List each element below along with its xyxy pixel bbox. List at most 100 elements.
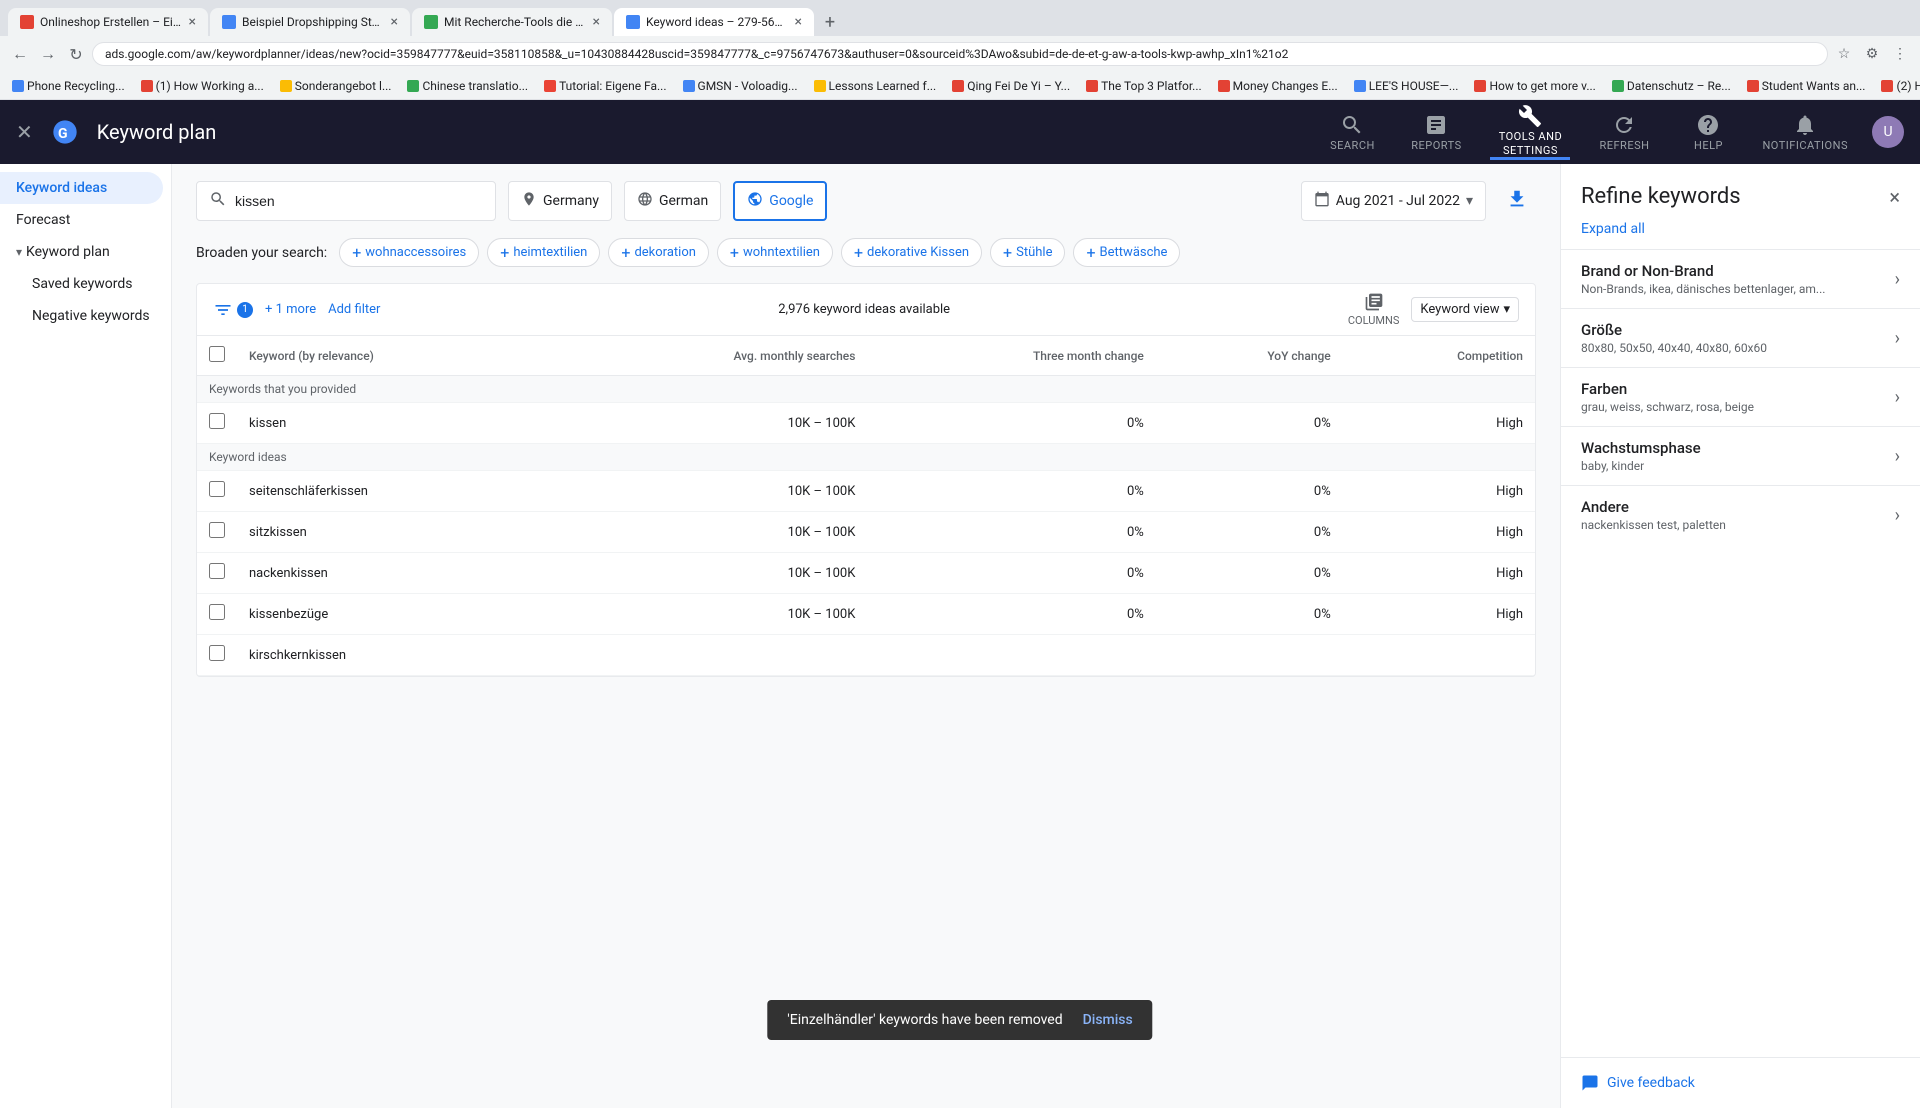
- user-avatar[interactable]: U: [1872, 116, 1904, 148]
- keyword-view-button[interactable]: Keyword view ▾: [1411, 297, 1519, 322]
- reports-action[interactable]: REPORTS: [1406, 113, 1466, 152]
- three-month-cell: 0%: [867, 594, 1155, 635]
- col-competition[interactable]: Competition: [1343, 336, 1535, 376]
- bookmark-qing[interactable]: Qing Fei De Yi – Y...: [948, 77, 1074, 95]
- expand-all-link[interactable]: Expand all: [1581, 221, 1645, 237]
- network-filter[interactable]: Google: [733, 181, 827, 221]
- sidebar-item-keyword-plan[interactable]: ▾ Keyword plan: [0, 236, 171, 268]
- keyword-cell: sitzkissen: [237, 512, 555, 553]
- bookmark-student[interactable]: Student Wants an...: [1743, 77, 1870, 95]
- bookmark-lee[interactable]: LEE'S HOUSE—...: [1350, 77, 1463, 95]
- col-avg-monthly[interactable]: Avg. monthly searches: [555, 336, 867, 376]
- tab-2[interactable]: Beispiel Dropshipping Store – ... ×: [210, 8, 410, 36]
- extension-icon[interactable]: ⚙: [1860, 42, 1884, 66]
- feedback-button[interactable]: Give feedback: [1581, 1074, 1900, 1092]
- row-checkbox[interactable]: [209, 522, 225, 538]
- add-filter-button[interactable]: Add filter: [328, 302, 380, 317]
- bookmark-lessons[interactable]: Lessons Learned f...: [810, 77, 941, 95]
- refine-section-grosse-header[interactable]: Größe 80x80, 50x50, 40x40, 40x80, 60x60 …: [1581, 321, 1900, 355]
- sidebar-item-keyword-ideas[interactable]: Keyword ideas: [0, 172, 163, 204]
- col-keyword[interactable]: Keyword (by relevance): [237, 336, 555, 376]
- tab-4[interactable]: Keyword ideas – 279-560-1B... ×: [614, 8, 814, 36]
- tab-close-4[interactable]: ×: [795, 14, 802, 30]
- competition-cell: High: [1343, 553, 1535, 594]
- select-all-checkbox[interactable]: [209, 346, 225, 362]
- keyword-input[interactable]: [235, 193, 435, 209]
- search-action[interactable]: SEARCH: [1322, 113, 1382, 152]
- bookmark-money[interactable]: Money Changes E...: [1214, 77, 1342, 95]
- table-toolbar: 1 + 1 more Add filter 2,976 keyword idea…: [197, 284, 1535, 336]
- broaden-chip-1[interactable]: + heimtextilien: [487, 238, 600, 267]
- chevron-down-icon: ›: [1895, 328, 1900, 349]
- reload-button[interactable]: ↻: [64, 42, 88, 66]
- sidebar-item-saved-keywords[interactable]: Saved keywords: [0, 268, 171, 300]
- sidebar-item-negative-keywords[interactable]: Negative keywords: [0, 300, 171, 332]
- location-label: Germany: [543, 193, 599, 209]
- bookmark-icon[interactable]: ☆: [1832, 42, 1856, 66]
- tab-close-1[interactable]: ×: [189, 14, 196, 30]
- row-checkbox[interactable]: [209, 604, 225, 620]
- bookmark-favicon: [1747, 80, 1759, 92]
- right-panel-close-button[interactable]: ×: [1889, 185, 1900, 209]
- broaden-chip-6[interactable]: + Bettwäsche: [1073, 238, 1180, 267]
- chevron-down-icon: ›: [1895, 505, 1900, 526]
- date-filter[interactable]: Aug 2021 - Jul 2022 ▾: [1301, 181, 1486, 221]
- bookmark-phone[interactable]: Phone Recycling...: [8, 77, 129, 95]
- forward-button[interactable]: →: [36, 42, 60, 66]
- broaden-chip-3[interactable]: + wohntextilien: [717, 238, 833, 267]
- columns-button[interactable]: COLUMNS: [1348, 292, 1399, 327]
- bookmark-top3[interactable]: The Top 3 Platfor...: [1082, 77, 1206, 95]
- tab-3[interactable]: Mit Recherche-Tools die rich... ×: [412, 8, 612, 36]
- chevron-down-icon: ▾: [1503, 302, 1510, 317]
- bookmark-gmsn[interactable]: GMSN - Voloadig...: [679, 77, 802, 95]
- sidebar-item-forecast[interactable]: Forecast: [0, 204, 163, 236]
- address-bar[interactable]: ads.google.com/aw/keywordplanner/ideas/n…: [92, 42, 1828, 66]
- help-label: HELP: [1694, 139, 1723, 152]
- competition-cell: High: [1343, 471, 1535, 512]
- refine-section-wachstum-header[interactable]: Wachstumsphase baby, kinder ›: [1581, 439, 1900, 473]
- bookmark-chinese[interactable]: Chinese translatio...: [403, 77, 532, 95]
- broaden-chip-0[interactable]: + wohnaccessoires: [339, 238, 479, 267]
- refine-section-andere-header[interactable]: Andere nackenkissen test, paletten ›: [1581, 498, 1900, 532]
- location-filter[interactable]: Germany: [508, 181, 612, 221]
- back-button[interactable]: ←: [8, 42, 32, 66]
- bookmark-tutorial[interactable]: Tutorial: Eigene Fa...: [540, 77, 670, 95]
- new-tab-button[interactable]: +: [816, 8, 844, 36]
- broaden-chip-4[interactable]: + dekorative Kissen: [841, 238, 982, 267]
- menu-icon[interactable]: ⋮: [1888, 42, 1912, 66]
- broaden-chip-5[interactable]: + Stühle: [990, 238, 1065, 267]
- tools-action[interactable]: TOOLS AND SETTINGS: [1490, 104, 1570, 159]
- bookmark-sonder[interactable]: Sonderangebot l...: [276, 77, 396, 95]
- language-filter[interactable]: German: [624, 181, 721, 221]
- refine-section-farben-header[interactable]: Farben grau, weiss, schwarz, rosa, beige…: [1581, 380, 1900, 414]
- toast-dismiss-button[interactable]: Dismiss: [1083, 1012, 1133, 1028]
- filter-button[interactable]: 1: [213, 300, 253, 320]
- bookmark-howmore[interactable]: How to get more v...: [1470, 77, 1599, 95]
- bookmark-add[interactable]: (2) How To Add A...: [1877, 77, 1920, 95]
- tab-1[interactable]: Onlineshop Erstellen – Einfac... ×: [8, 8, 208, 36]
- col-yoy[interactable]: YoY change: [1156, 336, 1343, 376]
- download-button[interactable]: [1498, 180, 1536, 222]
- row-checkbox[interactable]: [209, 413, 225, 429]
- refresh-action[interactable]: REFRESH: [1594, 113, 1654, 152]
- language-label: German: [659, 193, 708, 209]
- more-filters-button[interactable]: + 1 more: [265, 302, 316, 317]
- plus-icon: +: [1003, 243, 1012, 262]
- view-label: Keyword view: [1420, 302, 1499, 317]
- row-checkbox[interactable]: [209, 481, 225, 497]
- topbar-close-button[interactable]: ✕: [16, 120, 33, 144]
- bookmark-datenschutz[interactable]: Datenschutz – Re...: [1608, 77, 1735, 95]
- app-title: Keyword plan: [97, 120, 1307, 144]
- broaden-chip-2[interactable]: + dekoration: [608, 238, 709, 267]
- tab-label-2: Beispiel Dropshipping Store – ...: [242, 15, 385, 29]
- row-checkbox[interactable]: [209, 645, 225, 661]
- help-action[interactable]: HELP: [1678, 113, 1738, 152]
- row-checkbox[interactable]: [209, 563, 225, 579]
- tab-close-3[interactable]: ×: [593, 14, 600, 30]
- keyword-search-box[interactable]: [196, 181, 496, 221]
- col-three-month[interactable]: Three month change: [867, 336, 1155, 376]
- refine-section-brand-header[interactable]: Brand or Non-Brand Non-Brands, ikea, dän…: [1581, 262, 1900, 296]
- notifications-action[interactable]: NOTIFICATIONS: [1762, 113, 1848, 152]
- tab-close-2[interactable]: ×: [391, 14, 398, 30]
- bookmark-working[interactable]: (1) How Working a...: [137, 77, 268, 95]
